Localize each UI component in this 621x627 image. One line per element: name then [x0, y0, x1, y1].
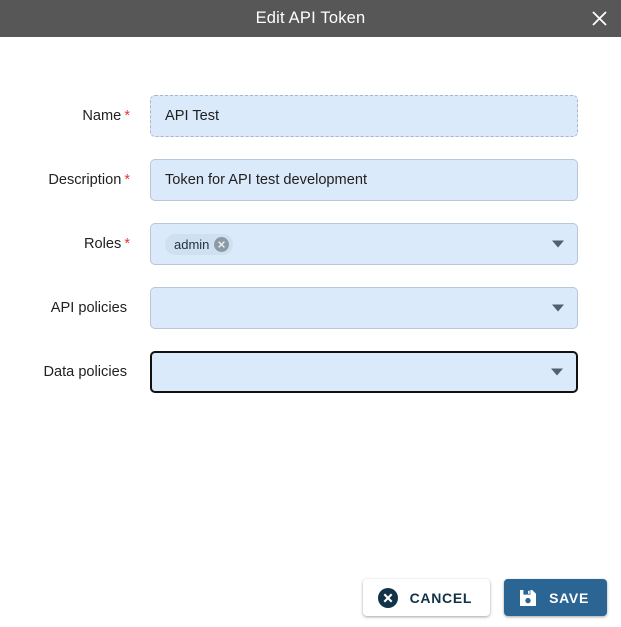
- close-circle-icon: [377, 587, 399, 609]
- role-chip-admin: admin: [165, 233, 234, 255]
- save-button[interactable]: SAVE: [504, 579, 607, 616]
- role-chip-label: admin: [174, 236, 210, 252]
- form-row-name: Name * API Test: [0, 95, 621, 137]
- label-data-policies: Data policies: [43, 363, 127, 380]
- chevron-down-icon[interactable]: [552, 304, 564, 312]
- close-icon[interactable]: [581, 0, 617, 37]
- close-circle-icon[interactable]: [214, 236, 230, 252]
- token-form: Name * API Test Description * Token for AP…: [0, 37, 621, 393]
- label-name: Name *: [82, 107, 130, 124]
- label-description: Description *: [48, 171, 130, 188]
- save-button-label: SAVE: [549, 589, 589, 606]
- description-input[interactable]: Token for API test development: [150, 159, 578, 201]
- data-policies-select[interactable]: [150, 351, 578, 393]
- form-row-api-policies: API policies: [0, 287, 621, 329]
- form-row-description: Description * Token for API test developm…: [0, 159, 621, 201]
- field-wrap-name: API Test: [150, 95, 578, 137]
- cancel-button[interactable]: CANCEL: [362, 579, 491, 616]
- field-wrap-data-policies: [150, 351, 578, 393]
- field-wrap-description: Token for API test development: [150, 159, 578, 201]
- label-api-policies: API policies: [50, 299, 127, 316]
- field-wrap-api-policies: [150, 287, 578, 329]
- dialog-title: Edit API Token: [255, 9, 366, 28]
- roles-select[interactable]: admin: [150, 223, 578, 265]
- description-input-value: Token for API test development: [165, 171, 367, 188]
- required-marker: *: [124, 171, 130, 188]
- required-marker: *: [124, 107, 130, 124]
- cancel-button-label: CANCEL: [409, 589, 473, 606]
- edit-api-token-dialog: Edit API Token Name * API Test Descriptio…: [0, 0, 621, 627]
- form-row-data-policies: Data policies: [0, 351, 621, 393]
- chevron-down-icon[interactable]: [551, 368, 563, 376]
- name-input-value: API Test: [165, 107, 220, 124]
- name-input[interactable]: API Test: [150, 95, 578, 137]
- form-row-roles: Roles * admin: [0, 223, 621, 265]
- required-marker: *: [124, 235, 130, 252]
- chevron-down-icon[interactable]: [552, 240, 564, 248]
- dialog-footer: CANCEL SAVE: [0, 579, 621, 616]
- api-policies-select[interactable]: [150, 287, 578, 329]
- field-wrap-roles: admin: [150, 223, 578, 265]
- dialog-titlebar: Edit API Token: [0, 0, 621, 37]
- label-roles: Roles *: [84, 235, 130, 252]
- save-floppy-disk-icon: [518, 588, 538, 608]
